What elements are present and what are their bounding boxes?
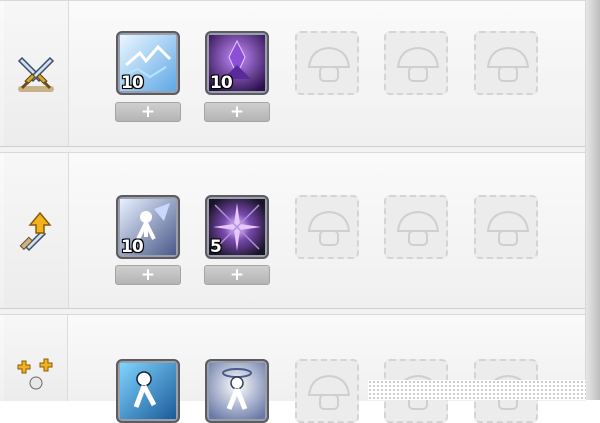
skill-panel: 10 + 10 + 10 + 5 + <box>0 0 600 423</box>
plus-label: + <box>229 101 245 122</box>
empty-skill-slot <box>384 195 448 259</box>
mushroom-placeholder-icon <box>486 210 530 246</box>
skill-row-upgrade: 10 + 5 + <box>0 152 586 309</box>
skill-slot-1-2[interactable]: 10 <box>205 31 269 95</box>
plus-label: + <box>140 101 156 122</box>
plus-label: + <box>140 264 156 285</box>
add-skill-point-button[interactable]: + <box>204 265 270 285</box>
skill-slot-3-1[interactable] <box>116 359 180 423</box>
mushroom-placeholder-icon <box>486 46 530 82</box>
mushroom-placeholder-icon <box>396 210 440 246</box>
dither-overlay <box>368 380 586 400</box>
add-skill-point-button[interactable]: + <box>115 265 181 285</box>
plus-label: + <box>229 264 245 285</box>
skill-slot-3-2[interactable] <box>205 359 269 423</box>
empty-skill-slot <box>474 195 538 259</box>
party-buff-icon <box>4 315 68 401</box>
crossed-swords-icon <box>4 1 69 146</box>
empty-skill-slot <box>474 31 538 95</box>
skill-row-attack: 10 + 10 + <box>0 0 586 147</box>
skill-level: 10 <box>210 73 233 93</box>
mushroom-placeholder-icon <box>307 374 351 410</box>
empty-skill-slot <box>295 195 359 259</box>
add-skill-point-button[interactable]: + <box>115 102 181 122</box>
panel-right-border <box>585 0 600 400</box>
halo-figure-skill-icon <box>209 363 265 419</box>
skill-level: 10 <box>121 73 144 93</box>
empty-skill-slot <box>295 31 359 95</box>
mushroom-placeholder-icon <box>307 210 351 246</box>
mushroom-placeholder-icon <box>396 46 440 82</box>
skill-level: 10 <box>121 237 144 257</box>
skill-level: 5 <box>210 237 222 257</box>
skill-slot-2-1[interactable]: 10 <box>116 195 180 259</box>
sword-upgrade-icon <box>4 153 69 308</box>
empty-skill-slot <box>384 31 448 95</box>
add-skill-point-button[interactable]: + <box>204 102 270 122</box>
empty-skill-slot <box>295 359 359 423</box>
skill-slot-2-2[interactable]: 5 <box>205 195 269 259</box>
skill-slot-1-1[interactable]: 10 <box>116 31 180 95</box>
blue-figure-skill-icon <box>120 363 176 419</box>
mushroom-placeholder-icon <box>307 46 351 82</box>
